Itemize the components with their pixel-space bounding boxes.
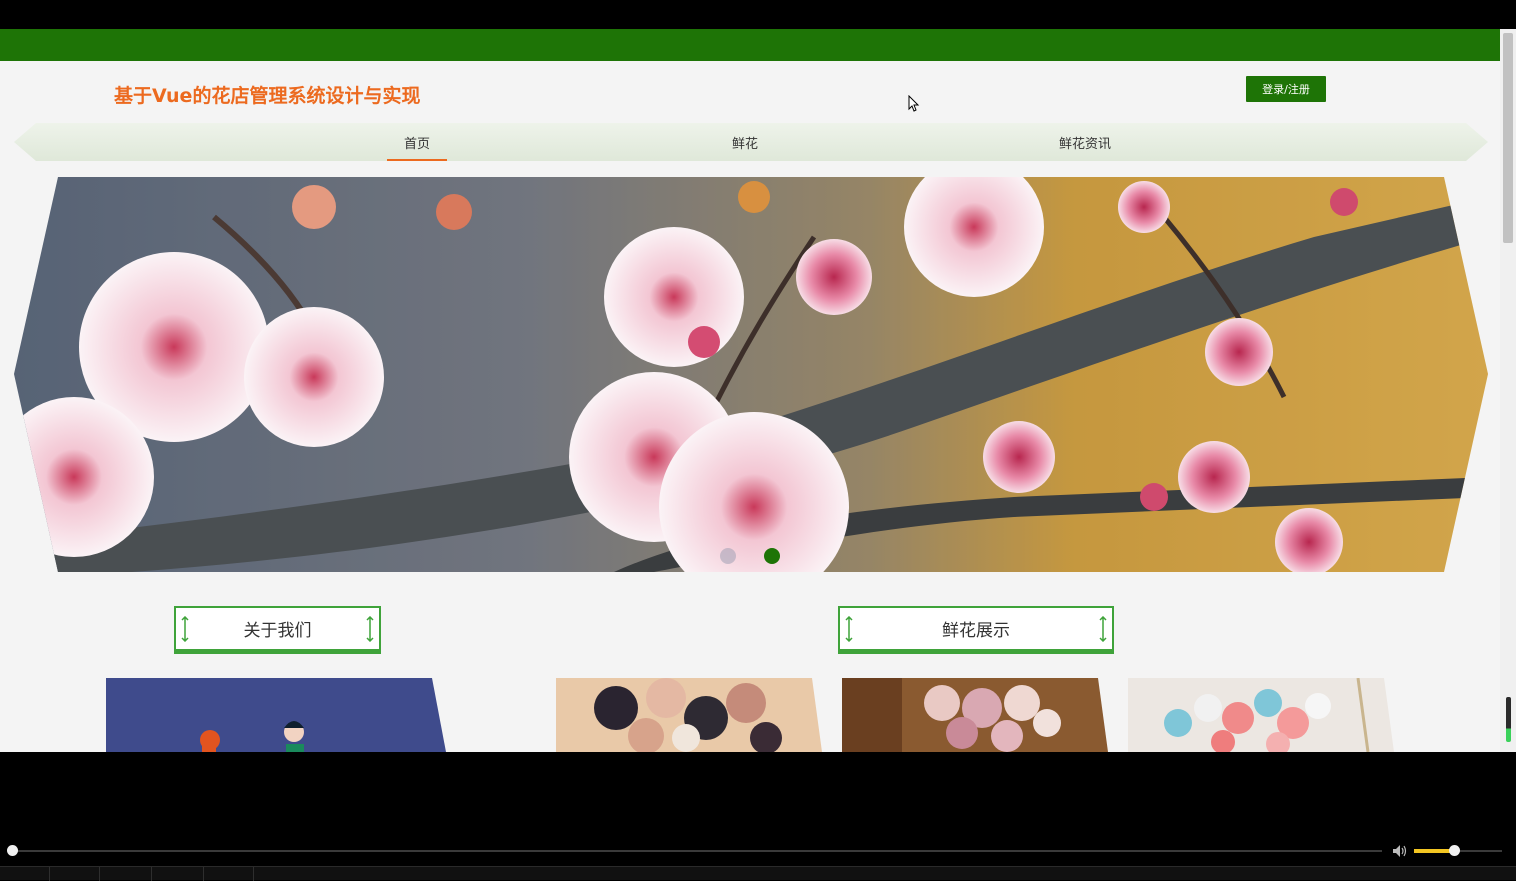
volume-fill xyxy=(1414,849,1454,853)
carousel-dot-2[interactable] xyxy=(764,548,780,564)
carousel-dots xyxy=(720,548,780,564)
nav-item-flower-news[interactable]: 鲜花资讯 xyxy=(1045,123,1125,161)
video-player-controls xyxy=(0,752,1516,881)
strip-cell xyxy=(50,867,100,881)
bracket-left-icon xyxy=(845,616,853,642)
about-us-title: 关于我们 xyxy=(174,606,381,654)
scrollbar-thumb[interactable] xyxy=(1503,33,1513,243)
flower-card[interactable] xyxy=(842,678,1108,752)
strip-cell xyxy=(204,867,254,881)
bracket-left-icon xyxy=(181,616,189,642)
site-title: 基于Vue的花店管理系统设计与实现 xyxy=(114,85,421,107)
top-black-bar xyxy=(0,0,1516,29)
nav-item-home[interactable]: 首页 xyxy=(387,123,447,161)
flower-showcase-label: 鲜花展示 xyxy=(942,621,1010,641)
flower-card[interactable] xyxy=(556,678,822,752)
browser-viewport: 基于Vue的花店管理系统设计与实现 登录/注册 首页 鲜花 鲜花资讯 关于我们 … xyxy=(0,29,1516,752)
carousel-dot-1[interactable] xyxy=(720,548,736,564)
strip-cell xyxy=(102,867,152,881)
progress-track[interactable] xyxy=(12,850,1382,852)
login-register-button[interactable]: 登录/注册 xyxy=(1246,76,1326,102)
volume-knob[interactable] xyxy=(1448,845,1460,856)
strip-cell xyxy=(154,867,204,881)
about-us-image[interactable] xyxy=(106,678,446,752)
banner-carousel[interactable] xyxy=(14,177,1488,572)
mouse-cursor-icon xyxy=(908,95,920,112)
bracket-right-icon xyxy=(366,616,374,642)
scroll-indicator xyxy=(1506,697,1511,742)
volume-icon[interactable] xyxy=(1392,844,1408,858)
main-nav: 首页 鲜花 鲜花资讯 xyxy=(14,123,1488,161)
top-green-bar xyxy=(0,29,1500,61)
banner-image xyxy=(14,177,1488,572)
page-scrollbar[interactable] xyxy=(1500,29,1516,752)
nav-item-flowers[interactable]: 鲜花 xyxy=(715,123,775,161)
flower-card[interactable] xyxy=(1128,678,1394,752)
bracket-right-icon xyxy=(1099,616,1107,642)
flower-showcase-title: 鲜花展示 xyxy=(838,606,1114,654)
about-us-label: 关于我们 xyxy=(243,621,312,641)
progress-knob[interactable] xyxy=(7,845,18,856)
bottom-strip xyxy=(0,866,1516,881)
strip-cell xyxy=(0,867,50,881)
